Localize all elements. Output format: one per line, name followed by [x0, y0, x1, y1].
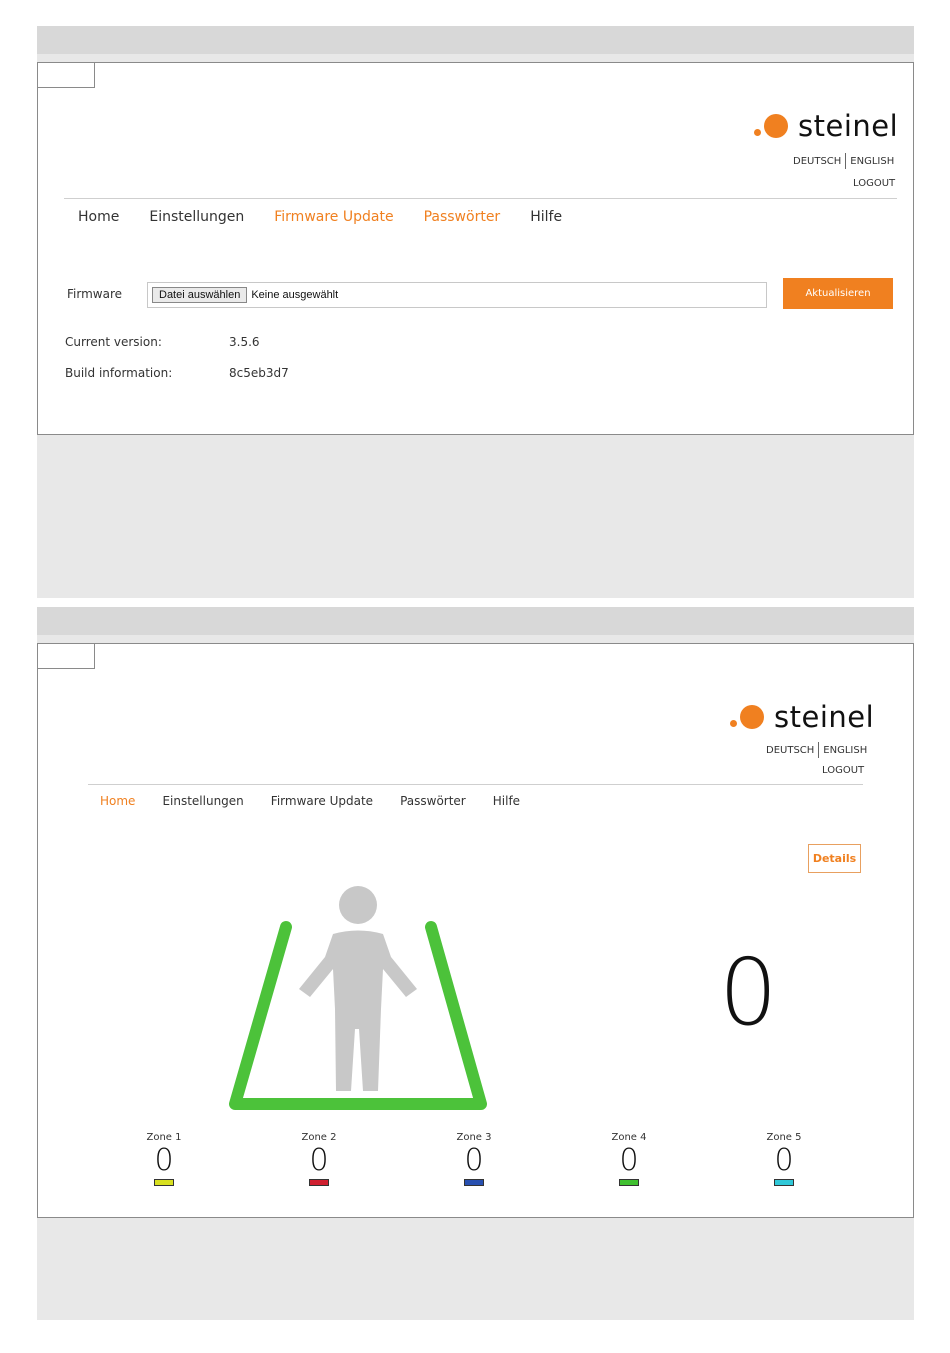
zone-color-indicator: [619, 1179, 639, 1186]
screen2-logo: steinel: [730, 700, 874, 734]
presence-zone-graphic: [229, 886, 487, 1110]
nav-firmware-update[interactable]: Firmware Update: [274, 209, 393, 225]
firmware-file-input[interactable]: Datei auswählen Keine ausgewählt: [147, 282, 767, 308]
zone-count: 0: [154, 1143, 174, 1178]
zone-color-indicator: [774, 1179, 794, 1186]
logo-small-dot: [754, 129, 761, 136]
zone-count: 0: [464, 1143, 484, 1178]
zone-1: Zone 10: [124, 1132, 204, 1186]
logo-large-dot: [740, 705, 764, 729]
details-button[interactable]: Details: [808, 844, 861, 873]
nav-einstellungen[interactable]: Einstellungen: [162, 794, 243, 808]
zone-name: Zone 4: [611, 1132, 647, 1143]
screen2-top-strip: [37, 607, 914, 635]
zone-name: Zone 5: [766, 1132, 802, 1143]
zone-count: 0: [619, 1143, 639, 1178]
nav-passwoerter[interactable]: Passwörter: [424, 209, 501, 225]
zone-name: Zone 2: [301, 1132, 337, 1143]
zone-count: 0: [774, 1143, 794, 1178]
total-presence-count: 0: [719, 939, 778, 1046]
screen2-corner-box: [38, 644, 95, 669]
zone-5: Zone 50: [744, 1132, 824, 1186]
screen1-corner-box: [38, 63, 95, 88]
lang-separator: [818, 742, 820, 758]
screen1-logo: steinel: [754, 109, 898, 143]
zone-name: Zone 3: [456, 1132, 492, 1143]
zone-3: Zone 30: [434, 1132, 514, 1186]
nav-einstellungen[interactable]: Einstellungen: [149, 209, 244, 225]
current-version-value: 3.5.6: [229, 335, 260, 349]
screen2-language-switch: DEUTSCH ENGLISH: [766, 742, 867, 758]
nav-home[interactable]: Home: [100, 794, 135, 808]
build-info-label: Build information:: [65, 366, 173, 380]
build-info-value: 8c5eb3d7: [229, 366, 289, 380]
screen2-window: steinel DEUTSCH ENGLISH LOGOUT Home Eins…: [37, 643, 914, 1218]
logo-large-dot: [764, 114, 788, 138]
nav-passwoerter[interactable]: Passwörter: [400, 794, 466, 808]
choose-file-button[interactable]: Datei auswählen: [152, 287, 248, 303]
logo-text: steinel: [798, 109, 899, 143]
logo-small-dot: [730, 720, 737, 727]
nav-firmware-update[interactable]: Firmware Update: [271, 794, 373, 808]
person-icon: [299, 886, 417, 1091]
screen1-window: steinel DEUTSCH ENGLISH LOGOUT Home Eins…: [37, 62, 914, 435]
zone-4: Zone 40: [589, 1132, 669, 1186]
lang-separator: [845, 153, 847, 169]
file-status-text: Keine ausgewählt: [251, 289, 339, 301]
screen1-logout-link[interactable]: LOGOUT: [853, 178, 895, 189]
nav-hilfe[interactable]: Hilfe: [493, 794, 520, 808]
screen1-main-nav: Home Einstellungen Firmware Update Passw…: [78, 209, 562, 225]
logo-text: steinel: [774, 700, 875, 734]
firmware-label: Firmware: [67, 287, 122, 301]
screen1-top-strip: [37, 26, 914, 54]
zone-count: 0: [309, 1143, 329, 1178]
zone-2: Zone 20: [279, 1132, 359, 1186]
zone-color-indicator: [309, 1179, 329, 1186]
screen1-header-divider: [64, 198, 897, 199]
lang-deutsch-link[interactable]: DEUTSCH: [766, 745, 814, 756]
screen1-language-switch: DEUTSCH ENGLISH: [793, 153, 894, 169]
nav-hilfe[interactable]: Hilfe: [530, 209, 562, 225]
screen2-main-nav: Home Einstellungen Firmware Update Passw…: [100, 794, 520, 808]
zone-color-indicator: [464, 1179, 484, 1186]
update-button[interactable]: Aktualisieren: [783, 278, 893, 309]
current-version-label: Current version:: [65, 335, 162, 349]
screen2-header-divider: [88, 784, 863, 785]
lang-deutsch-link[interactable]: DEUTSCH: [793, 156, 841, 167]
lang-english-link[interactable]: ENGLISH: [850, 156, 894, 167]
nav-home[interactable]: Home: [78, 209, 119, 225]
zone-name: Zone 1: [146, 1132, 182, 1143]
screen2-logout-link[interactable]: LOGOUT: [822, 765, 864, 776]
lang-english-link[interactable]: ENGLISH: [823, 745, 867, 756]
zone-color-indicator: [154, 1179, 174, 1186]
